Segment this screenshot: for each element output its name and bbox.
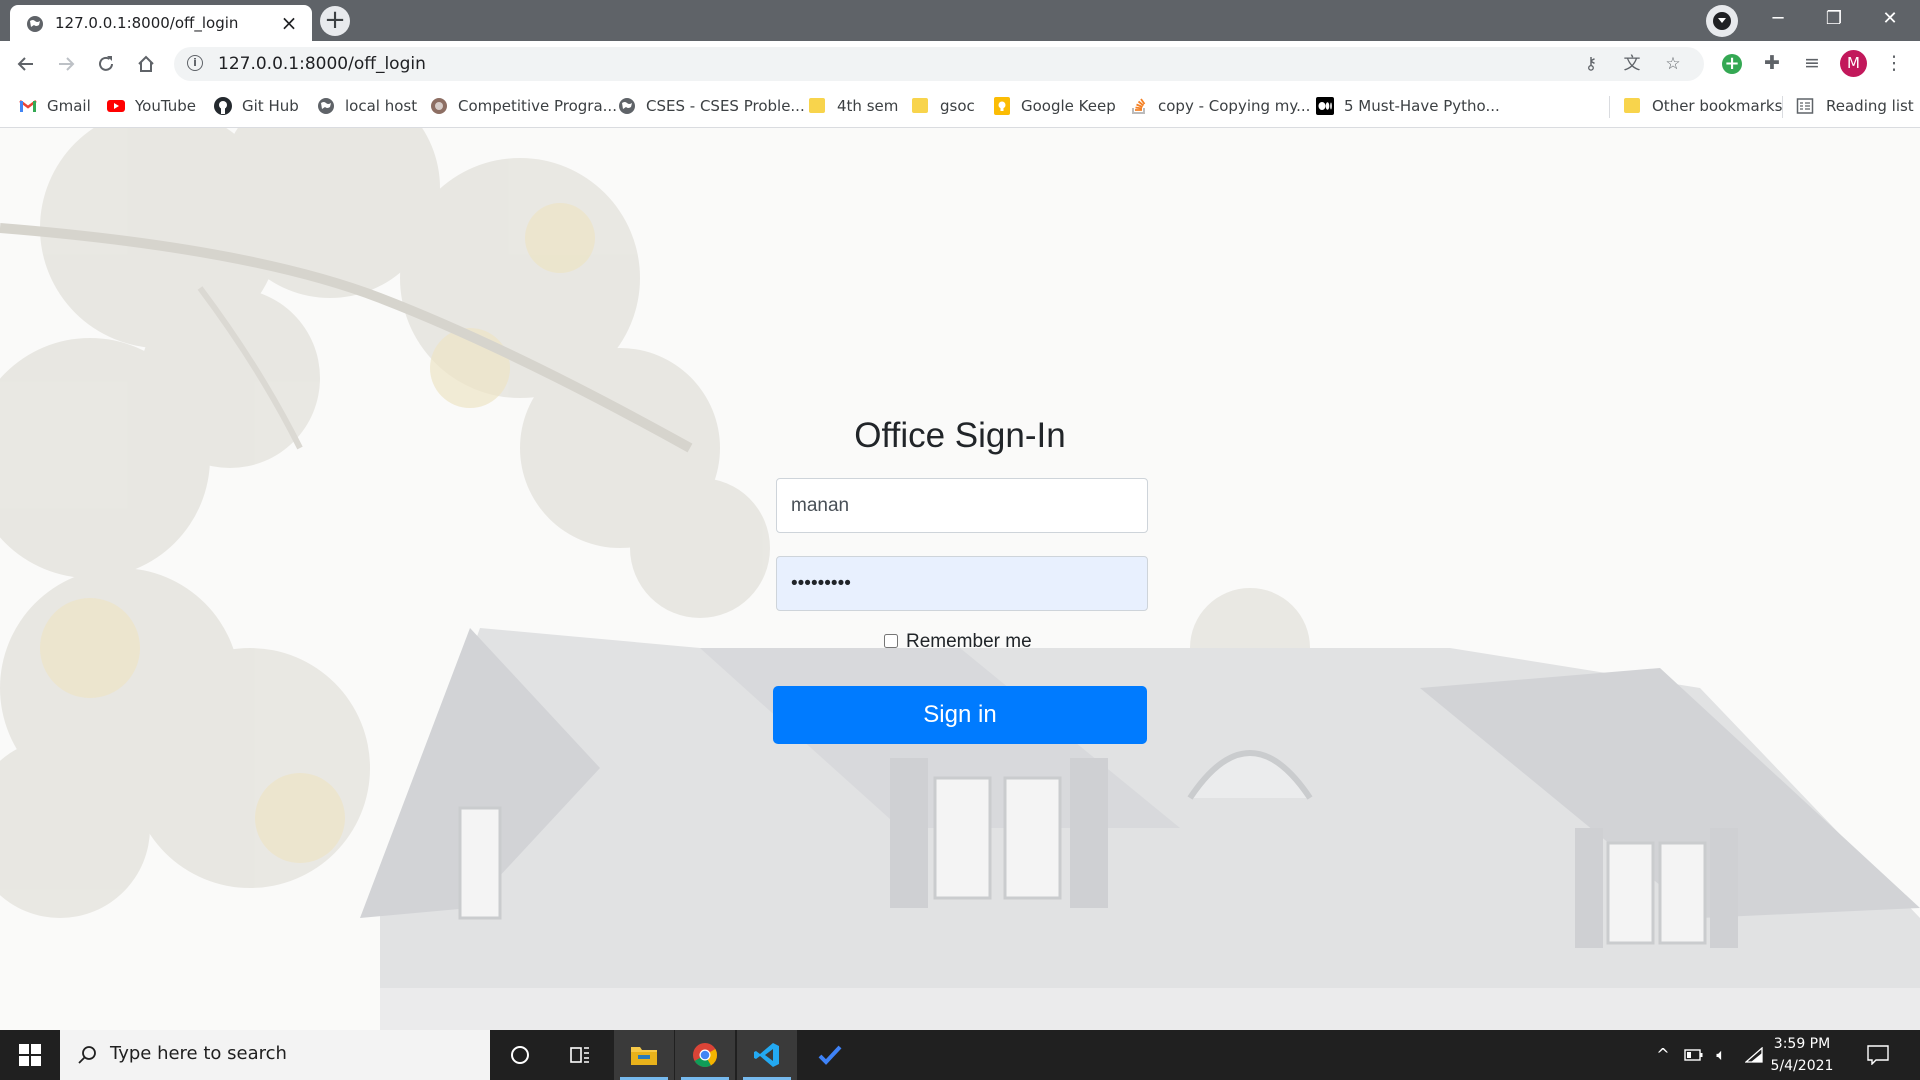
taskbar-file-explorer[interactable] bbox=[614, 1030, 674, 1080]
clock-date: 5/4/2021 bbox=[1770, 1058, 1834, 1074]
password-input[interactable] bbox=[776, 556, 1148, 611]
username-input[interactable] bbox=[776, 478, 1148, 533]
new-tab-button[interactable]: + bbox=[320, 6, 350, 36]
clock-time: 3:59 PM bbox=[1773, 1036, 1831, 1052]
site-icon bbox=[431, 98, 447, 114]
youtube-icon bbox=[107, 100, 125, 112]
browser-toolbar: i 127.0.0.1:8000/off_login ⚷ 文 ☆ + ✚ ≡ M… bbox=[0, 41, 1920, 86]
volume-icon[interactable]: 🔈︎ bbox=[1710, 1044, 1732, 1066]
browser-tab[interactable]: 127.0.0.1:8000/off_login × bbox=[10, 5, 312, 41]
site-info-icon[interactable]: i bbox=[187, 55, 203, 71]
start-button[interactable] bbox=[0, 1030, 58, 1080]
tab-search-button[interactable] bbox=[1706, 5, 1738, 37]
task-view-button[interactable] bbox=[550, 1030, 610, 1080]
bookmarks-divider bbox=[1609, 96, 1610, 118]
taskbar-search-placeholder: Type here to search bbox=[110, 1043, 287, 1064]
medium-icon bbox=[1316, 97, 1334, 115]
file-explorer-icon bbox=[631, 1047, 657, 1065]
windows-taskbar: Type here to search ^ 🔈︎ 3:59 PM 5/4/202… bbox=[0, 1030, 1920, 1080]
wifi-icon[interactable] bbox=[1743, 1044, 1765, 1066]
notification-center-icon bbox=[1867, 1045, 1889, 1066]
folder-icon bbox=[912, 98, 928, 113]
remember-me-label: Remember me bbox=[906, 631, 1032, 652]
github-icon bbox=[214, 97, 232, 115]
star-icon[interactable]: ☆ bbox=[1661, 53, 1685, 75]
minimize-button[interactable]: ─ bbox=[1750, 0, 1806, 40]
show-hidden-icons-chevron-up-icon[interactable]: ^ bbox=[1652, 1044, 1674, 1066]
media-queue-icon[interactable]: ≡ bbox=[1798, 50, 1826, 78]
taskbar-vscode[interactable] bbox=[737, 1030, 797, 1080]
extensions-puzzle-icon[interactable]: ✚ bbox=[1758, 50, 1786, 78]
globe-icon bbox=[619, 98, 635, 114]
restore-button[interactable]: ❐ bbox=[1806, 0, 1862, 40]
reading-list-icon bbox=[1796, 98, 1814, 114]
arrow-left-icon bbox=[17, 57, 33, 71]
close-tab-icon[interactable]: × bbox=[278, 12, 300, 34]
taskbar-todo[interactable] bbox=[800, 1030, 860, 1080]
task-view-icon bbox=[570, 1047, 589, 1063]
bookmarks-divider bbox=[1782, 96, 1783, 118]
back-button[interactable] bbox=[12, 50, 40, 78]
bookmarks-bar: Gmail YouTube Git Hub local host Competi… bbox=[0, 86, 1920, 128]
tab-strip: 127.0.0.1:8000/off_login × + ─ ❐ ✕ bbox=[0, 0, 1920, 41]
chrome-icon bbox=[693, 1043, 717, 1068]
cortana-button[interactable] bbox=[490, 1030, 550, 1080]
extension-plus-icon[interactable]: + bbox=[1722, 54, 1742, 74]
tab-title: 127.0.0.1:8000/off_login bbox=[55, 14, 239, 32]
close-window-button[interactable]: ✕ bbox=[1862, 0, 1918, 40]
system-clock[interactable]: 3:59 PM 5/4/2021 bbox=[1766, 1033, 1838, 1077]
page-content: Office Sign-In Remember me Sign in bbox=[0, 128, 1920, 1030]
vscode-icon bbox=[754, 1043, 779, 1067]
stackoverflow-icon bbox=[1132, 98, 1146, 114]
taskbar-chrome[interactable] bbox=[675, 1030, 735, 1080]
menu-kebab-icon[interactable]: ⋮ bbox=[1880, 50, 1908, 78]
chevron-down-icon bbox=[1718, 18, 1726, 23]
address-url[interactable]: 127.0.0.1:8000/off_login bbox=[218, 54, 426, 74]
battery-icon bbox=[1684, 1049, 1703, 1061]
wifi-icon bbox=[1744, 1046, 1763, 1063]
profile-avatar[interactable]: M bbox=[1840, 50, 1867, 77]
todo-check-icon bbox=[818, 1045, 842, 1065]
windows-logo-icon bbox=[19, 1044, 41, 1066]
home-button[interactable] bbox=[132, 50, 160, 78]
remember-me-checkbox[interactable] bbox=[884, 634, 898, 648]
globe-icon bbox=[27, 16, 43, 32]
folder-icon bbox=[1624, 98, 1640, 113]
address-bar[interactable]: i 127.0.0.1:8000/off_login ⚷ 文 ☆ bbox=[174, 47, 1704, 81]
gmail-icon bbox=[19, 100, 37, 112]
forward-button[interactable] bbox=[52, 50, 80, 78]
key-icon[interactable]: ⚷ bbox=[1579, 53, 1603, 75]
cortana-circle-icon bbox=[511, 1046, 529, 1064]
arrow-right-icon bbox=[59, 57, 75, 71]
reload-button[interactable] bbox=[92, 50, 120, 78]
sign-in-button[interactable]: Sign in bbox=[773, 686, 1147, 744]
globe-icon bbox=[318, 98, 334, 114]
taskbar-search-box[interactable]: Type here to search bbox=[60, 1030, 490, 1080]
notifications-icon[interactable] bbox=[1867, 1044, 1889, 1066]
page-title: Office Sign-In bbox=[854, 416, 1066, 455]
battery-icon[interactable] bbox=[1683, 1044, 1705, 1066]
reload-icon bbox=[99, 56, 113, 71]
search-icon bbox=[78, 1046, 96, 1064]
home-icon bbox=[138, 55, 154, 72]
folder-icon bbox=[809, 98, 825, 113]
translate-icon[interactable]: 文 bbox=[1620, 53, 1644, 75]
keep-icon bbox=[994, 97, 1010, 115]
